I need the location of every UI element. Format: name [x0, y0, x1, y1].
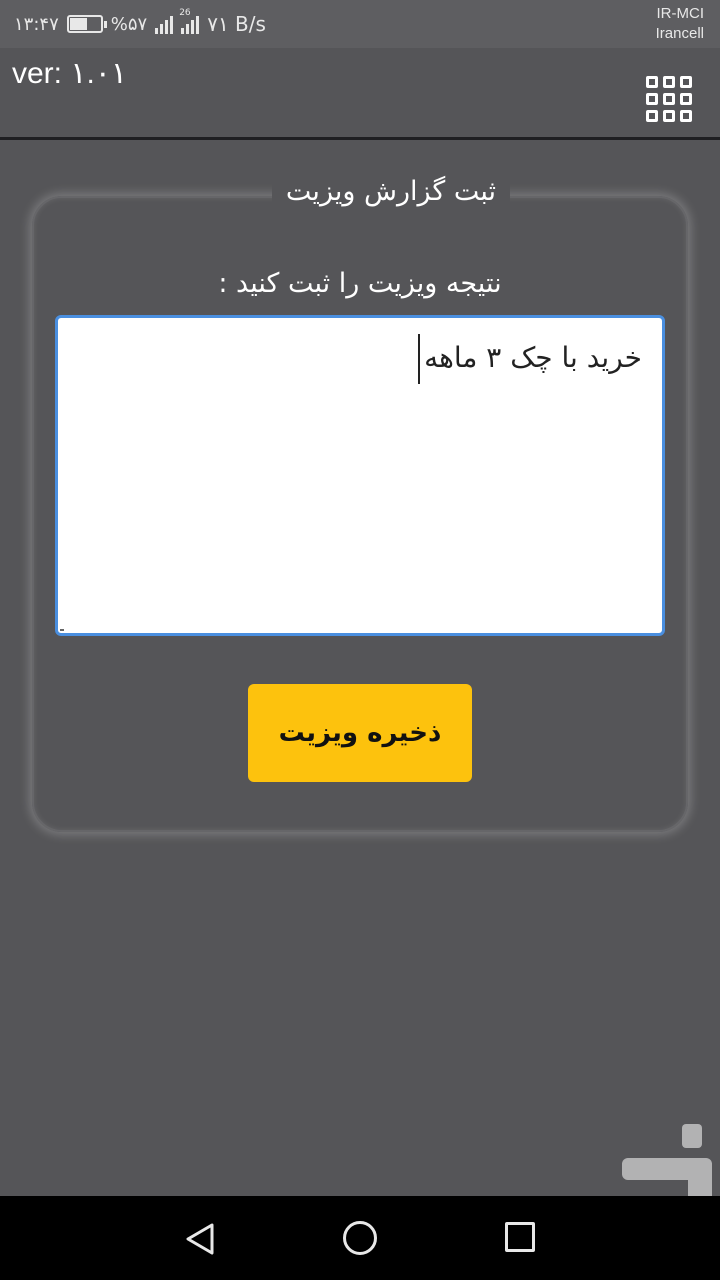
textarea-value: خرید با چک ۳ ماهه: [424, 341, 642, 374]
panel-title: ثبت گزارش ویزیت: [271, 176, 510, 207]
network-type: 26: [179, 8, 191, 18]
app-bar: ver: ۱.۰۱: [0, 48, 720, 140]
visit-result-textarea[interactable]: خرید با چک ۳ ماهه: [55, 315, 665, 636]
carrier-info: IR-MCI Irancell: [656, 4, 704, 44]
carrier-1: IR-MCI: [656, 5, 705, 22]
status-time: ۱۳:۴۷: [14, 13, 59, 35]
signal-icon: [155, 14, 174, 34]
carrier-2: Irancell: [655, 25, 704, 42]
battery-icon: [66, 15, 107, 33]
recent-square-icon[interactable]: [505, 1222, 535, 1252]
back-triangle-icon[interactable]: [184, 1222, 216, 1256]
text-caret: [418, 334, 421, 384]
result-label: نتیجه ویزیت را ثبت کنید :: [218, 268, 502, 299]
system-nav-bar: [0, 1196, 720, 1280]
version-label: ver: ۱.۰۱: [12, 57, 128, 90]
status-left: ۱۳:۴۷ %۵۷ 26 ۷۱ B/s: [14, 8, 266, 36]
status-bar: ۱۳:۴۷ %۵۷ 26 ۷۱ B/s IR-MCI Irancell: [0, 0, 720, 48]
battery-percent: %۵۷: [110, 13, 148, 35]
net-speed: ۷۱ B/s: [207, 12, 266, 36]
resize-grip: [60, 629, 64, 631]
home-circle-icon[interactable]: [343, 1221, 377, 1255]
save-visit-button[interactable]: ذخیره ویزیت: [248, 684, 472, 782]
signal-icon-2: 26: [179, 8, 200, 34]
grid-icon[interactable]: [646, 76, 692, 122]
